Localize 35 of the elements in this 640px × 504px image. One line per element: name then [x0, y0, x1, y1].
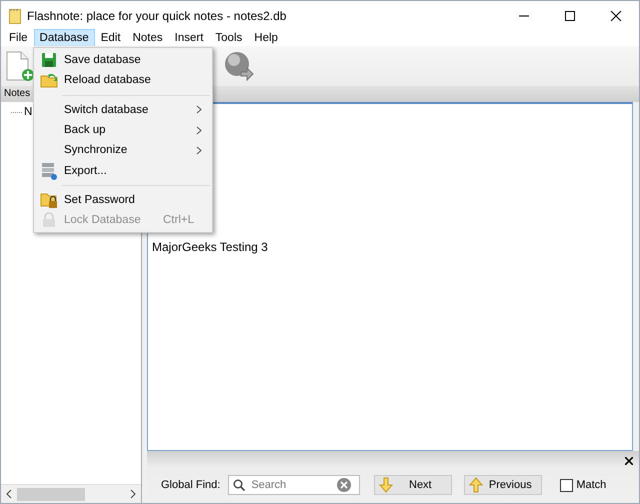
database-icon: [41, 162, 57, 180]
close-icon[interactable]: [610, 10, 622, 20]
match-checkbox[interactable]: [560, 478, 574, 492]
down-arrow-icon: [379, 477, 394, 493]
clear-icon[interactable]: [337, 478, 352, 492]
match-label: Match: [576, 479, 606, 491]
window-title: Flashnote: place for your quick notes - notes2.db: [27, 8, 288, 22]
next-button[interactable]: Next: [374, 475, 452, 495]
menu-item[interactable]: Insert: [168, 29, 210, 47]
notepad-icon: [9, 8, 21, 24]
find-label: Global Find:: [161, 479, 220, 491]
search-icon: [233, 479, 246, 491]
folder-icon: [40, 72, 58, 88]
menu-item[interactable]: Edit: [94, 29, 127, 47]
tree-item[interactable]: N: [24, 106, 32, 118]
menu-item[interactable]: File: [3, 29, 34, 47]
search-input[interactable]: Search: [251, 479, 332, 491]
scroll-left-icon[interactable]: [5, 489, 13, 499]
lock-folder-icon: [40, 190, 58, 209]
menu-item[interactable]: Save database: [34, 50, 212, 70]
maximize-icon[interactable]: [564, 10, 576, 20]
menu-item[interactable]: Tools: [209, 29, 248, 47]
search-field[interactable]: Search: [228, 475, 360, 495]
menu-item[interactable]: Notes: [126, 29, 169, 47]
previous-button[interactable]: Previous: [464, 475, 542, 495]
horizontal-scrollbar[interactable]: [1, 484, 141, 503]
new-note-icon[interactable]: [5, 50, 35, 82]
note-text: MajorGeeks Testing 3: [152, 240, 268, 254]
up-arrow-icon: [469, 477, 484, 493]
menu-item[interactable]: Help: [248, 29, 284, 47]
globe-arrow-icon[interactable]: [223, 50, 255, 82]
scroll-right-icon[interactable]: [129, 489, 137, 499]
lock-icon: [42, 212, 56, 228]
save-icon: [41, 52, 57, 68]
menu-item[interactable]: Database: [34, 29, 95, 47]
